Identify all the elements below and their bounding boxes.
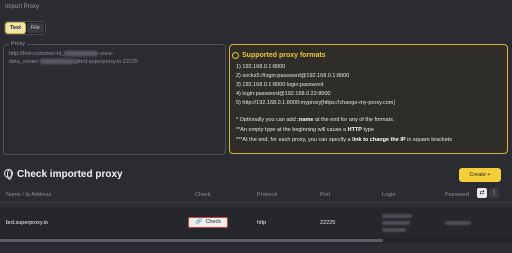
column-header-password: Password: [445, 192, 470, 198]
redacted-login: [382, 228, 406, 232]
row-protocol: http: [257, 220, 267, 226]
column-header-protocol: Protocol: [257, 192, 278, 198]
proxy-text-segment: -zone-: [98, 51, 114, 57]
format-line: 5) http://192.168.0.1:8000:myproxy[https…: [236, 100, 395, 106]
mode-file-button[interactable]: File: [26, 23, 44, 33]
note-bold: :name: [297, 117, 314, 123]
create-button[interactable]: Create +: [459, 168, 501, 182]
format-note: ***At the end, for each proxy, you can s…: [236, 137, 452, 143]
note-text: at the end for any of the formats.: [313, 117, 395, 123]
table-row: [0, 208, 512, 238]
check-button[interactable]: 🔗 Check: [188, 217, 228, 228]
check-proxy-title: Check imported proxy: [17, 169, 123, 180]
warning-icon: [232, 52, 239, 59]
column-header-check: Check: [195, 192, 211, 198]
proxy-text-segment: data_center:: [9, 59, 40, 65]
proxy-text-line: http://brd-customer-hl_ -zone-: [9, 51, 114, 57]
check-button-label: Check: [205, 219, 222, 225]
format-line: 2) socks5://login:password@192.168.0.1:8…: [236, 73, 350, 79]
note-text: * Optionally you can add: [236, 117, 298, 123]
format-note: **An empty type at the beginning will ca…: [236, 127, 374, 133]
row-host: brd.superproxy.io: [6, 220, 49, 226]
note-bold: HTTP: [347, 127, 362, 133]
proxy-text-segment: @brd.superproxy.io:22225: [73, 59, 139, 65]
proxy-textarea-legend: Proxy: [9, 41, 28, 47]
column-header-login: Login: [382, 192, 396, 198]
format-line: 1) 192.168.0.1:8000: [236, 64, 286, 70]
redacted-segment: [64, 51, 99, 57]
globe-icon: [4, 169, 13, 180]
format-line: 4) login:password@192.168.0.22:8000: [236, 91, 331, 97]
scrollbar-thumb[interactable]: [0, 239, 383, 242]
redacted-login: [382, 221, 410, 225]
note-bold: link to change the IP: [352, 137, 406, 143]
mode-text-button[interactable]: Text: [6, 23, 25, 33]
note-text: type: [361, 127, 374, 133]
redacted-password: [445, 221, 471, 225]
header-divider: [0, 202, 512, 203]
column-header-name: Name / Ip Address: [6, 192, 52, 198]
column-header-port: Port: [320, 192, 331, 198]
proxy-text-line: data_center: @brd.superproxy.io:22225: [9, 59, 138, 65]
note-text: ***At the end, for each proxy, you can s…: [236, 137, 353, 143]
format-line: 3) 192.168.0.1:8000:login:password: [236, 82, 324, 88]
format-note: * Optionally you can add :name at the en…: [236, 117, 394, 123]
redacted-login: [382, 214, 412, 218]
more-options-icon[interactable]: ⋮: [489, 188, 499, 198]
proxy-text-segment: http://brd-customer-hl_: [9, 51, 65, 57]
redacted-segment: [39, 59, 74, 65]
formats-title: Supported proxy formats: [242, 52, 326, 59]
import-proxy-label: Import Proxy: [5, 4, 40, 10]
row-port: 22225: [320, 220, 336, 226]
note-text: **An empty type at the beginning will ca…: [236, 127, 348, 133]
import-mode-toggle: Text File: [4, 21, 46, 35]
link-icon: 🔗: [194, 219, 203, 225]
note-text: in square brackets: [405, 137, 453, 143]
column-filter-icon[interactable]: ⇄: [477, 188, 487, 198]
